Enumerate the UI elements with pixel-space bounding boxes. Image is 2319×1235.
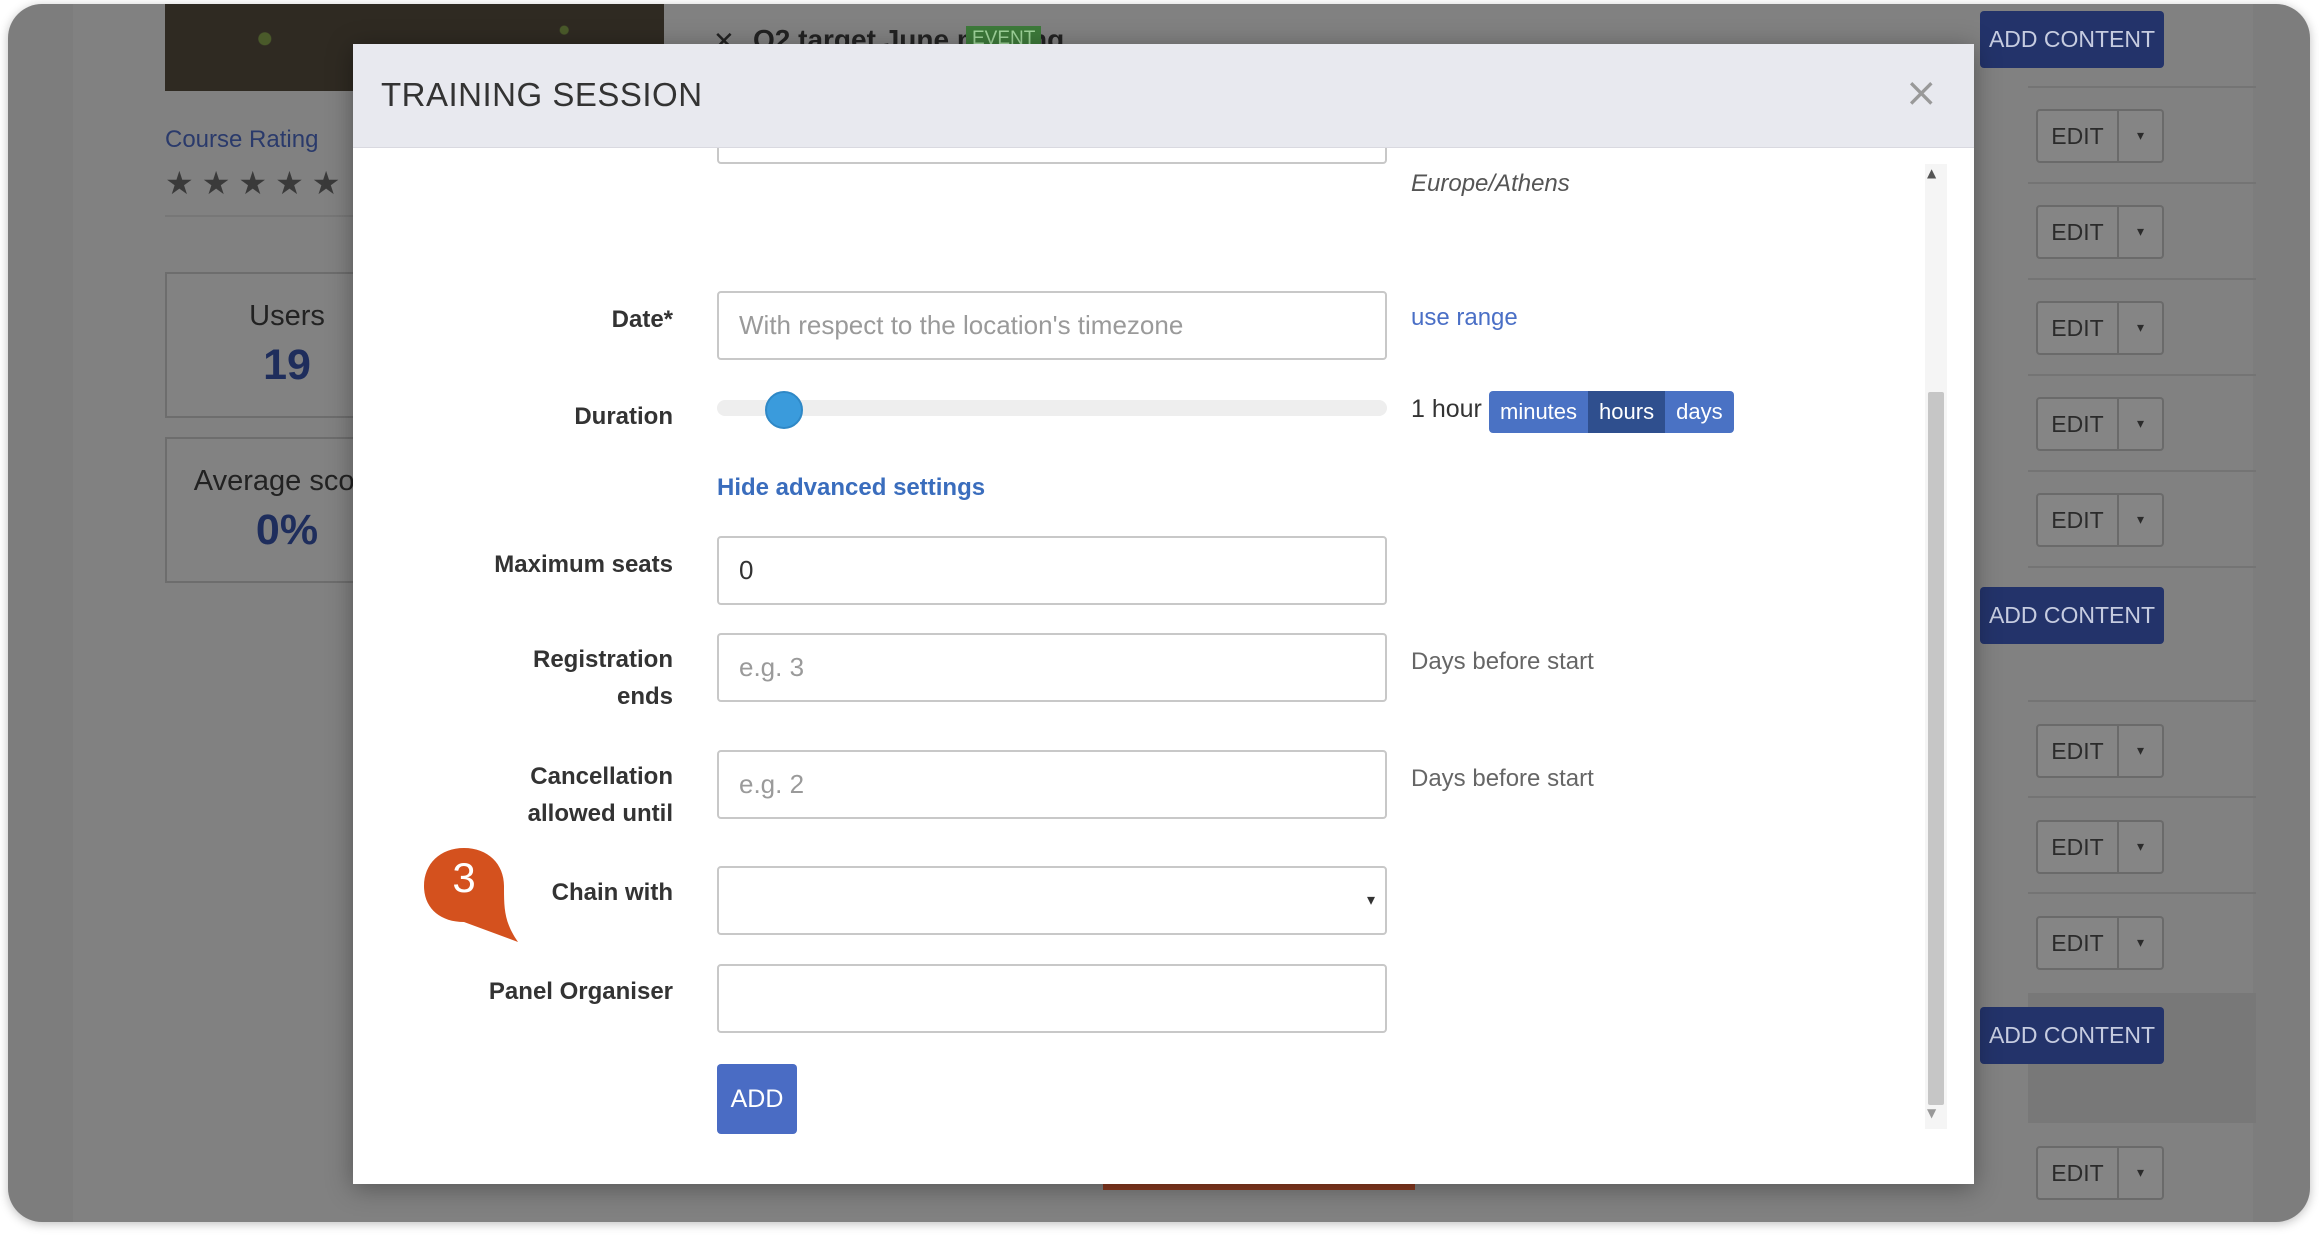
scrollbar-thumb[interactable] — [1928, 392, 1944, 1105]
cancellation-hint: Days before start — [1411, 765, 1594, 792]
unit-days-button[interactable]: days — [1665, 391, 1734, 433]
close-icon[interactable]: × — [1904, 70, 1938, 116]
row-divider — [2028, 470, 2256, 472]
duration-label: Duration — [574, 403, 673, 430]
unit-minutes-button[interactable]: minutes — [1489, 391, 1589, 433]
edit-button-group: EDIT ▾ — [2036, 397, 2164, 451]
row-divider — [2028, 566, 2256, 568]
row-divider — [2028, 278, 2256, 280]
step-number: 3 — [452, 854, 476, 901]
edit-button-group: EDIT ▾ — [2036, 1146, 2164, 1200]
chain-with-select[interactable]: ▾ — [717, 866, 1387, 935]
edit-dropdown-caret[interactable]: ▾ — [2119, 1146, 2164, 1200]
add-button[interactable]: ADD — [717, 1064, 797, 1134]
edit-dropdown-caret[interactable]: ▾ — [2119, 109, 2164, 163]
cancellation-input[interactable] — [717, 750, 1387, 819]
scroll-down-icon[interactable]: ▼ — [1927, 1106, 1936, 1120]
panel-organiser-label: Panel Organiser — [488, 978, 673, 1005]
edit-button[interactable]: EDIT — [2036, 916, 2119, 970]
label-line: Cancellation — [530, 763, 673, 790]
hide-advanced-settings-link[interactable]: Hide advanced settings — [717, 474, 985, 502]
row-divider — [2028, 796, 2256, 798]
maximum-seats-input[interactable] — [717, 536, 1387, 605]
registration-ends-label: Registration ends — [533, 641, 673, 715]
cancellation-label: Cancellation allowed until — [528, 758, 673, 832]
timezone-text: Europe/Athens — [1411, 170, 1570, 197]
duration-slider-handle[interactable] — [765, 391, 803, 429]
maximum-seats-label: Maximum seats — [494, 551, 673, 578]
use-range-link[interactable]: use range — [1411, 304, 1518, 332]
edit-dropdown-caret[interactable]: ▾ — [2119, 724, 2164, 778]
scroll-up-icon[interactable]: ▲ — [1927, 166, 1936, 180]
duration-unit-toggle: minutes hours days — [1489, 391, 1734, 433]
edit-button-group: EDIT ▾ — [2036, 916, 2164, 970]
duration-value: 1 hour — [1411, 395, 1482, 423]
edit-button-group: EDIT ▾ — [2036, 301, 2164, 355]
edit-button-group: EDIT ▾ — [2036, 820, 2164, 874]
date-label: Date* — [611, 306, 673, 333]
add-content-button[interactable]: ADD CONTENT — [1980, 1007, 2164, 1064]
training-session-modal: TRAINING SESSION × Europe/Athens Date* u… — [353, 44, 1974, 1184]
edit-button[interactable]: EDIT — [2036, 1146, 2119, 1200]
chain-with-label: Chain with — [551, 879, 673, 906]
registration-ends-hint: Days before start — [1411, 648, 1594, 675]
add-content-button[interactable]: ADD CONTENT — [1980, 11, 2164, 68]
unit-hours-button[interactable]: hours — [1588, 391, 1666, 433]
edit-dropdown-caret[interactable]: ▾ — [2119, 820, 2164, 874]
edit-dropdown-caret[interactable]: ▾ — [2119, 301, 2164, 355]
row-divider — [2028, 700, 2256, 702]
row-divider — [2028, 374, 2256, 376]
edit-button-group: EDIT ▾ — [2036, 724, 2164, 778]
label-line: ends — [616, 683, 673, 710]
date-input[interactable] — [717, 291, 1387, 360]
screen-frame: Course Rating ★★★★★ Users 19 Average sco… — [8, 4, 2310, 1222]
edit-button[interactable]: EDIT — [2036, 820, 2119, 874]
modal-body: Europe/Athens Date* use range Duration 1… — [353, 148, 1974, 1184]
registration-ends-input[interactable] — [717, 633, 1387, 702]
timezone-field[interactable] — [717, 148, 1387, 164]
duration-slider-track[interactable] — [717, 400, 1387, 416]
label-line: Registration — [532, 646, 673, 673]
add-content-button[interactable]: ADD CONTENT — [1980, 587, 2164, 644]
edit-button[interactable]: EDIT — [2036, 205, 2119, 259]
row-divider — [2028, 182, 2256, 184]
modal-title: TRAINING SESSION — [381, 76, 703, 113]
edit-button[interactable]: EDIT — [2036, 397, 2119, 451]
edit-button[interactable]: EDIT — [2036, 301, 2119, 355]
row-divider — [2028, 892, 2256, 894]
panel-organiser-input[interactable] — [717, 964, 1387, 1033]
edit-dropdown-caret[interactable]: ▾ — [2119, 493, 2164, 547]
edit-dropdown-caret[interactable]: ▾ — [2119, 916, 2164, 970]
edit-button[interactable]: EDIT — [2036, 493, 2119, 547]
modal-header: TRAINING SESSION × — [353, 44, 1974, 148]
rating-stars[interactable]: ★★★★★ — [165, 164, 348, 202]
edit-button-group: EDIT ▾ — [2036, 205, 2164, 259]
label-line: allowed until — [527, 800, 673, 827]
edit-button-group: EDIT ▾ — [2036, 109, 2164, 163]
edit-dropdown-caret[interactable]: ▾ — [2119, 205, 2164, 259]
chevron-down-icon: ▾ — [1366, 890, 1375, 909]
edit-button[interactable]: EDIT — [2036, 109, 2119, 163]
course-rating-label: Course Rating — [165, 126, 319, 153]
edit-button-group: EDIT ▾ — [2036, 493, 2164, 547]
row-divider — [2028, 86, 2256, 88]
edit-button[interactable]: EDIT — [2036, 724, 2119, 778]
edit-dropdown-caret[interactable]: ▾ — [2119, 397, 2164, 451]
